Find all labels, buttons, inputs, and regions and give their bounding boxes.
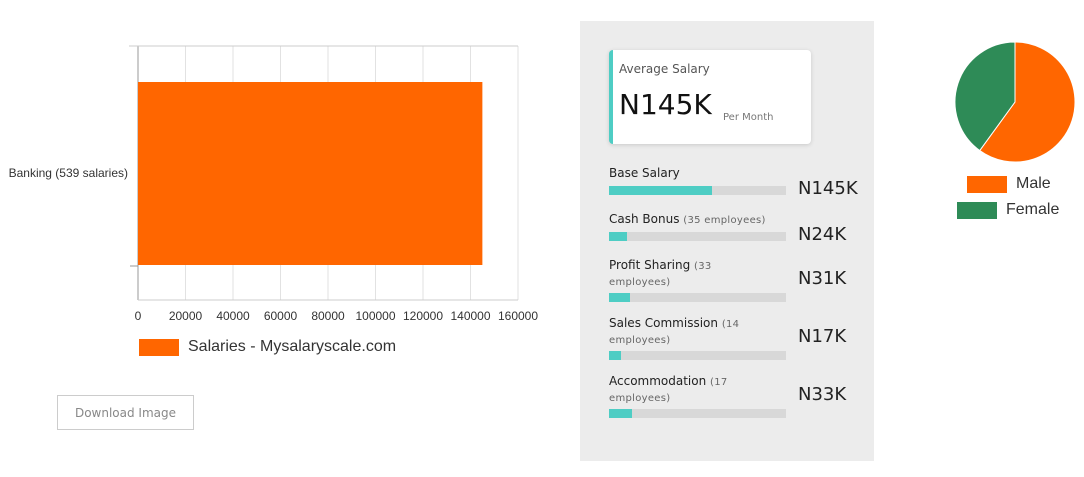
breakdown-bar-track xyxy=(609,351,786,360)
legend-swatch-female xyxy=(957,201,997,219)
breakdown-item-accommodation: Accommodation (17 employees) N33K xyxy=(609,374,859,424)
breakdown-item-value: N33K xyxy=(798,384,847,405)
x-tick-label: 60000 xyxy=(264,309,298,323)
legend-label-female: Female xyxy=(1006,201,1060,218)
breakdown-item-label: Profit Sharing (33 employees) xyxy=(609,258,729,290)
x-tick-label: 160000 xyxy=(498,309,538,323)
bar-chart-x-ticks: 0 20000 40000 60000 80000 100000 120000 140000 1… xyxy=(135,309,539,323)
breakdown-bar-track xyxy=(609,409,786,418)
x-tick-label: 0 xyxy=(135,309,142,323)
breakdown-bar-fill xyxy=(609,232,627,241)
breakdown-item-cash-bonus: Cash Bonus (35 employees) N24K xyxy=(609,212,859,252)
legend-swatch-male xyxy=(967,175,1007,193)
item-title: Sales Commission xyxy=(609,316,718,330)
x-tick-label: 140000 xyxy=(450,309,490,323)
breakdown-bar-track xyxy=(609,293,786,302)
item-title: Base Salary xyxy=(609,166,680,180)
breakdown-item-base-salary: Base Salary N145K xyxy=(609,166,859,206)
x-tick-label: 80000 xyxy=(311,309,345,323)
item-title: Profit Sharing xyxy=(609,258,691,272)
breakdown-item-label: Cash Bonus (35 employees) xyxy=(609,212,789,228)
breakdown-bar-fill xyxy=(609,293,631,302)
download-image-button[interactable]: Download Image xyxy=(57,395,194,430)
bar-chart-legend: Salaries - Mysalaryscale.com xyxy=(139,338,396,356)
bar-category-label: Banking (539 salaries) xyxy=(9,166,128,180)
gender-pie-chart xyxy=(954,41,1076,163)
legend-row-female: Female xyxy=(957,197,1059,223)
item-title: Cash Bonus xyxy=(609,212,680,226)
average-salary-value: N145K xyxy=(619,88,712,121)
breakdown-bar-fill xyxy=(609,409,632,418)
average-salary-title: Average Salary xyxy=(619,62,710,76)
breakdown-bar-track xyxy=(609,186,786,195)
legend-row-male: Male xyxy=(957,171,1059,197)
average-salary-card: Average Salary N145K Per Month xyxy=(609,50,811,144)
breakdown-item-sales-commission: Sales Commission (14 employees) N17K xyxy=(609,316,859,366)
breakdown-item-value: N24K xyxy=(798,224,847,245)
breakdown-bar-fill xyxy=(609,351,622,360)
salary-bar-chart: 0 20000 40000 60000 80000 100000 120000 140000 1… xyxy=(9,45,539,323)
breakdown-item-label: Base Salary xyxy=(609,166,789,181)
legend-label-salaries: Salaries - Mysalaryscale.com xyxy=(188,338,397,355)
item-employee-count: (35 employees) xyxy=(683,215,766,226)
breakdown-bar-track xyxy=(609,232,786,241)
breakdown-item-value: N17K xyxy=(798,326,847,347)
item-title: Accommodation xyxy=(609,374,707,388)
bar-banking xyxy=(138,82,483,265)
x-tick-label: 120000 xyxy=(403,309,443,323)
breakdown-item-value: N145K xyxy=(798,178,858,199)
legend-swatch-salaries xyxy=(139,338,179,356)
x-tick-label: 20000 xyxy=(169,309,203,323)
breakdown-item-value: N31K xyxy=(798,268,847,289)
breakdown-item-label: Accommodation (17 employees) xyxy=(609,374,749,406)
salary-breakdown-panel: Average Salary N145K Per Month Base Sala… xyxy=(580,21,874,461)
legend-label-male: Male xyxy=(1016,175,1051,192)
x-tick-label: 100000 xyxy=(355,309,395,323)
average-salary-unit: Per Month xyxy=(723,112,774,123)
breakdown-item-profit-sharing: Profit Sharing (33 employees) N31K xyxy=(609,258,859,308)
gender-pie-legend: Male Female xyxy=(957,171,1059,223)
breakdown-bar-fill xyxy=(609,186,712,195)
x-tick-label: 40000 xyxy=(216,309,250,323)
breakdown-item-label: Sales Commission (14 employees) xyxy=(609,316,759,348)
bar-chart-bars xyxy=(138,82,483,265)
